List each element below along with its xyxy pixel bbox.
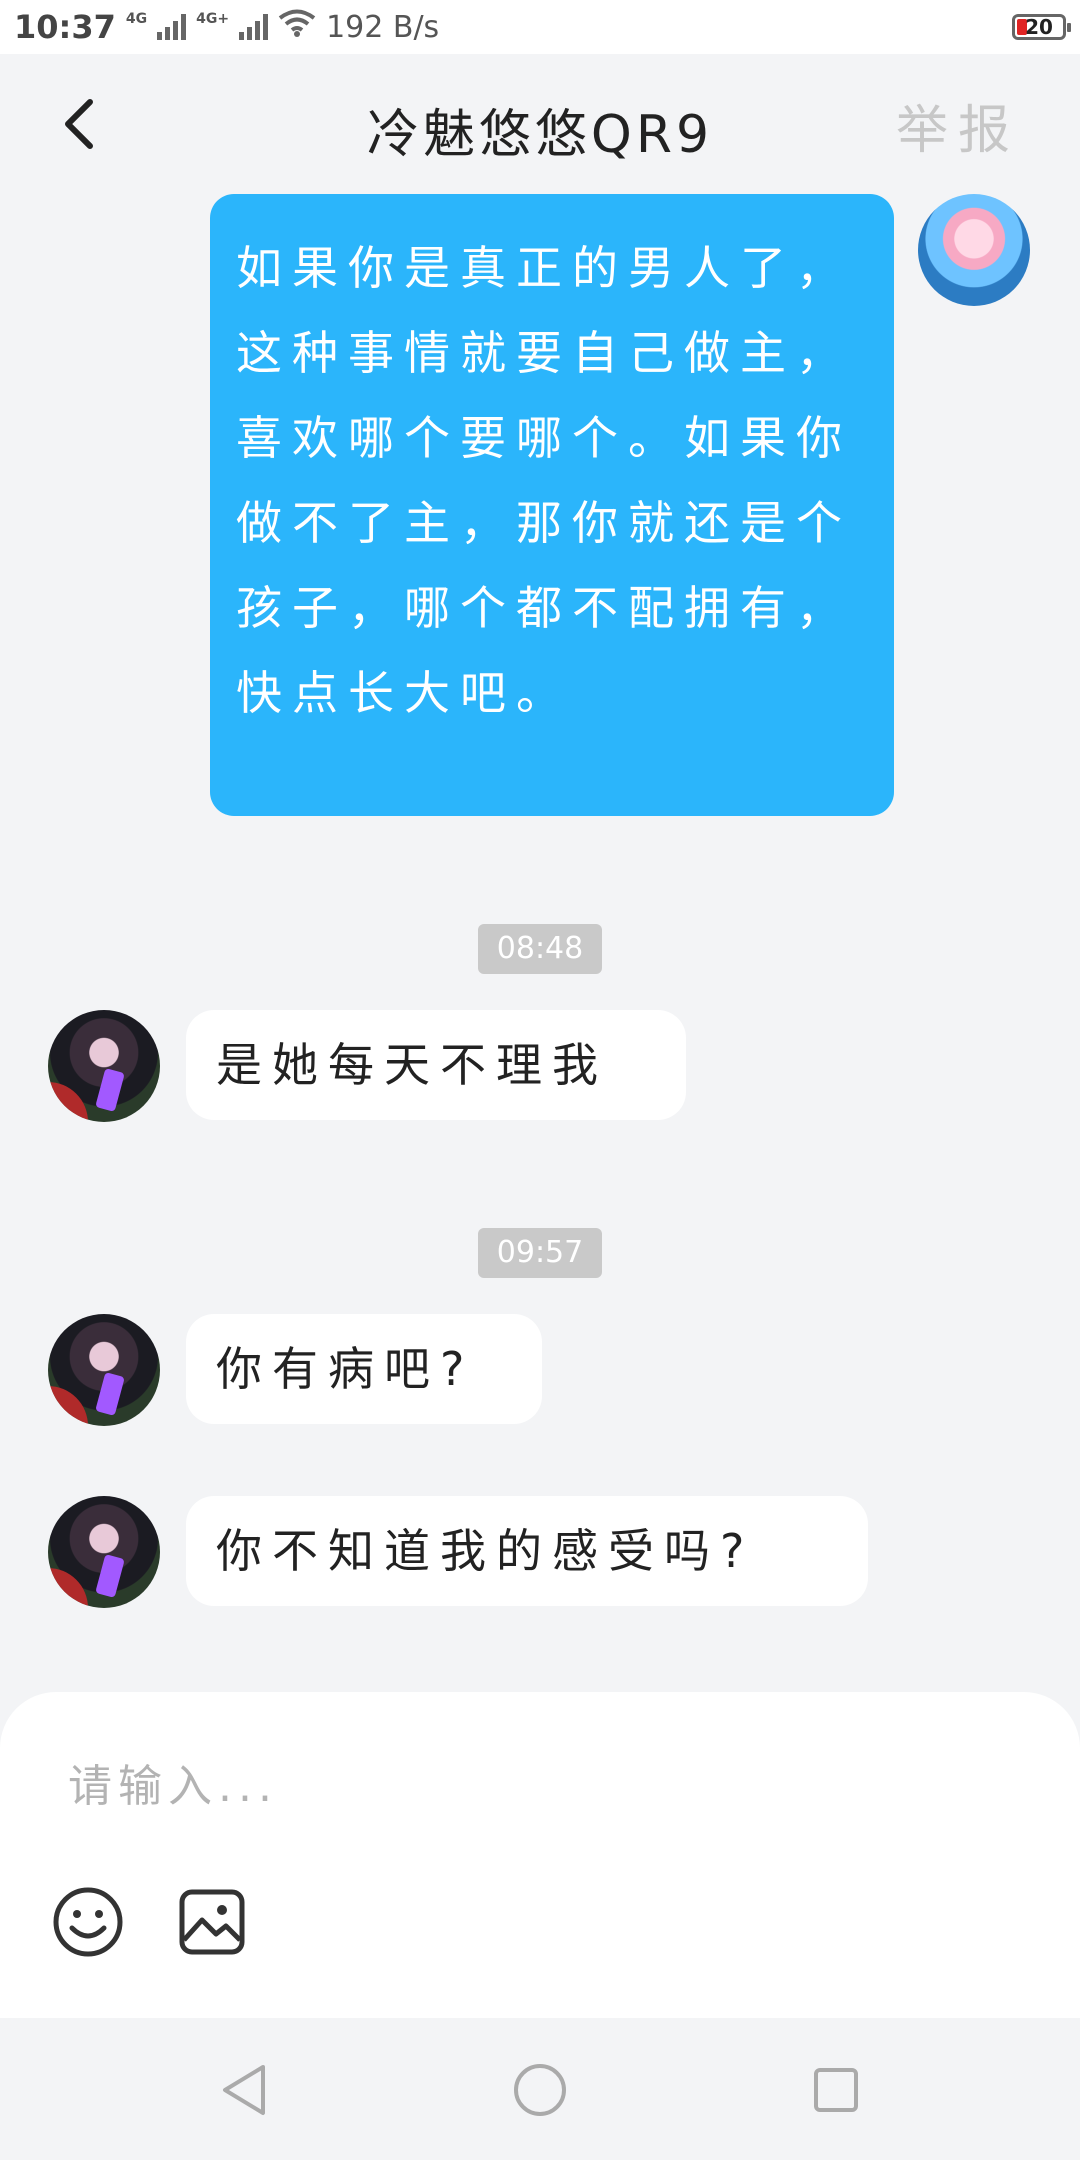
network-type-2: 4G+ [196,11,230,27]
chat-header: 冷魅悠悠QR9 举报 [0,54,1080,194]
square-recent-icon [814,2068,858,2112]
contact-avatar[interactable] [48,1496,160,1608]
my-avatar[interactable] [918,194,1030,306]
system-nav-bar [0,2018,1080,2160]
contact-avatar[interactable] [48,1010,160,1122]
input-panel: 请输入... [0,1692,1080,2018]
battery-icon: 20 [1012,14,1071,40]
wifi-icon [278,9,316,45]
emoji-button[interactable] [52,1886,124,1958]
nav-recent-button[interactable] [808,2062,864,2118]
timestamp-badge: 09:57 [478,1228,602,1278]
contact-avatar[interactable] [48,1314,160,1426]
incoming-message[interactable]: 你有病吧? [186,1314,542,1424]
network-speed: 192 B/s [326,9,440,45]
triangle-back-icon [223,2065,265,2115]
nav-home-button[interactable] [512,2062,568,2118]
nav-back-button[interactable] [216,2062,272,2118]
outgoing-message[interactable]: 如果你是真正的男人了，这种事情就要自己做主，喜欢哪个要哪个。如果你做不了主，那你… [210,194,894,816]
signal-icon-2 [239,14,269,40]
timestamp-badge: 08:48 [478,924,602,974]
network-type-1: 4G [125,11,148,27]
report-button[interactable]: 举报 [896,88,1020,163]
message-input[interactable]: 请输入... [68,1750,278,1814]
status-bar: 10:37 4G 4G+ 192 B/s 20 [0,0,1080,54]
image-icon [179,1889,245,1955]
circle-home-icon [514,2064,566,2116]
incoming-message[interactable]: 你不知道我的感受吗? [186,1496,868,1606]
incoming-message[interactable]: 是她每天不理我 [186,1010,686,1120]
status-left: 10:37 4G 4G+ 192 B/s [14,8,439,46]
image-button[interactable] [176,1886,248,1958]
smiley-icon [53,1887,123,1957]
status-time: 10:37 [14,8,116,46]
signal-icon [157,14,187,40]
battery-level: 20 [1025,15,1053,39]
